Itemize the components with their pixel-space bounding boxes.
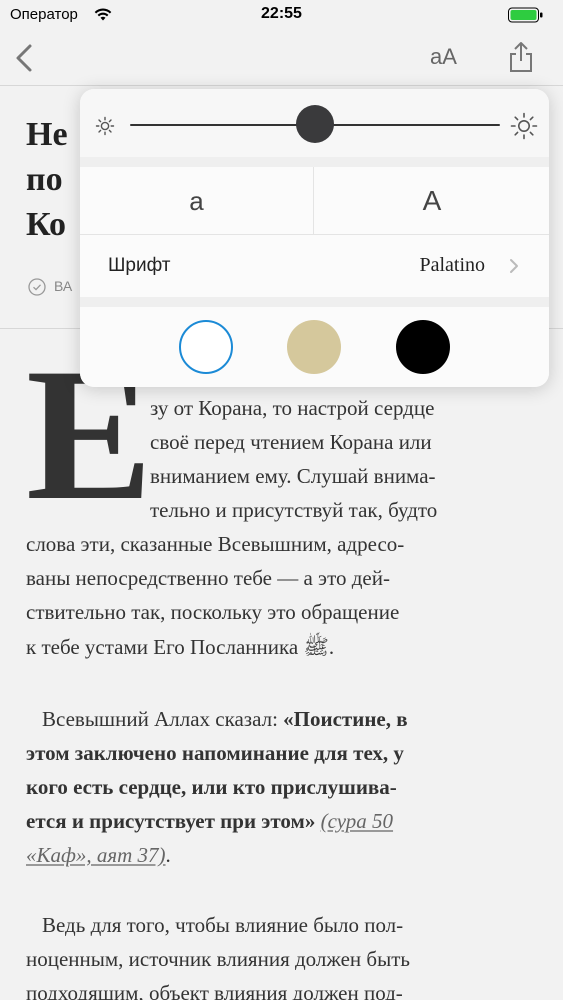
brightness-high-icon <box>510 112 538 140</box>
font-settings-button[interactable]: aA <box>430 44 457 70</box>
paragraph-line: тельно и присутствуй так, будто <box>150 498 438 522</box>
brightness-low-icon <box>95 116 115 136</box>
increase-font-size-button[interactable]: A <box>315 167 549 235</box>
font-size-row: a A <box>80 167 549 235</box>
surah-reference-link[interactable]: (сура 50 <box>321 809 393 833</box>
paragraph-line: Ведь для того, чтобы влияние было пол- <box>42 913 404 937</box>
back-chevron-icon[interactable] <box>10 40 44 76</box>
surah-reference-link[interactable]: «Каф», аят 37) <box>26 843 166 867</box>
font-value: Palatino <box>419 254 485 276</box>
theme-night-button[interactable] <box>396 320 450 374</box>
theme-white-button[interactable] <box>179 320 233 374</box>
quote-line: кого есть сердце, или кто прислушива- <box>26 775 397 799</box>
paragraph-line: зу от Корана, то настрой сердце <box>150 396 435 420</box>
quote-line: этом заключено напоминание для тех, у <box>26 741 404 765</box>
article-meta: ВА <box>28 278 72 296</box>
paragraph-line: ется и присутствует при этом» (сура 50 <box>26 809 394 833</box>
reader-settings-popover: a A Шрифт Palatino <box>80 89 549 387</box>
paragraph-line: ваны непосредственно тебе — а это дей- <box>26 566 390 590</box>
paragraph-line: ноценным, источник влияния должен быть <box>26 947 410 971</box>
status-time: 22:55 <box>261 5 302 22</box>
paragraph-line: слова эти, сказанные Всевышним, адресо- <box>26 532 405 556</box>
share-icon[interactable] <box>506 40 536 74</box>
font-label: Шрифт <box>108 255 171 276</box>
paragraph-line: подходящим, объект влияния должен под- <box>26 981 403 1000</box>
decrease-font-size-button[interactable]: a <box>80 167 314 235</box>
brightness-row <box>80 89 549 157</box>
paragraph-line: вниманием ему. Слушай внима- <box>150 464 436 488</box>
check-circle-icon <box>28 278 46 296</box>
paragraph-line: ствительно так, поскольку это обращение <box>26 600 400 624</box>
paragraph-line: Всевышний Аллах сказал: «Поистине, в <box>42 707 408 731</box>
nav-bar: aA <box>0 30 563 86</box>
section-gap <box>80 157 549 167</box>
battery-icon <box>508 7 543 23</box>
font-picker-row[interactable]: Шрифт Palatino <box>80 235 549 297</box>
paragraph-line: к тебе устами Его Посланника ﷺ. <box>26 635 335 659</box>
theme-sepia-button[interactable] <box>287 320 341 374</box>
chevron-right-icon <box>510 259 518 273</box>
theme-row <box>80 307 549 387</box>
status-bar: Оператор 22:55 <box>0 0 563 30</box>
section-gap <box>80 297 549 307</box>
article-title: Не по Ко <box>26 116 68 243</box>
paragraph-line: «Каф», аят 37). <box>26 843 171 867</box>
brightness-slider-thumb[interactable] <box>296 105 334 143</box>
paragraph-line: своё перед чтением Корана или <box>150 430 432 454</box>
